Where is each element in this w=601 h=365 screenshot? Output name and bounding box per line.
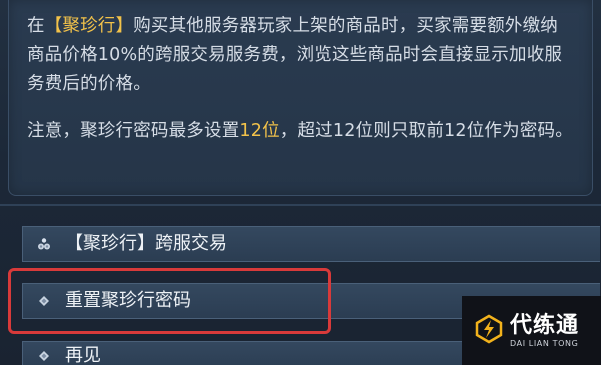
watermark-text: 代练通 DAI LIAN TONG [510, 313, 579, 349]
diamond-bullet-icon [37, 349, 51, 363]
lightning-logo-icon [474, 314, 504, 348]
option-cross-server-trade[interactable]: 【聚珍行】跨服交易 [22, 226, 600, 262]
watermark-name-cn: 代练通 [510, 312, 580, 338]
password-length-highlight: 12位 [239, 121, 280, 141]
option-label: 重置聚珍行密码 [65, 290, 191, 311]
shop-name-highlight: 【聚珍行】 [44, 16, 134, 36]
note-text-pre: 注意，聚珍行密码最多设置 [27, 121, 240, 141]
option-label: 【聚珍行】跨服交易 [65, 233, 227, 254]
diamond-bullet-icon [37, 294, 51, 308]
note-text-post: ，超过12位则只取前12位作为密码。 [279, 121, 573, 141]
option-label: 再见 [65, 345, 101, 365]
info-text-pre: 在 [27, 16, 45, 36]
dialog-text-panel: 在【聚珍行】购买其他服务器玩家上架的商品时，买家需要额外缴纳商品价格10%的跨服… [8, 0, 593, 196]
watermark-logo: 代练通 DAI LIAN TONG [462, 296, 601, 365]
panel-divider [0, 204, 601, 206]
dialog-text: 在【聚珍行】购买其他服务器玩家上架的商品时，买家需要额外缴纳商品价格10%的跨服… [27, 12, 575, 146]
watermark-name-en: DAI LIAN TONG [510, 338, 579, 348]
npc-dialog-screen: 在【聚珍行】购买其他服务器玩家上架的商品时，买家需要额外缴纳商品价格10%的跨服… [0, 0, 601, 365]
note-paragraph: 注意，聚珍行密码最多设置12位，超过12位则只取前12位作为密码。 [27, 117, 575, 146]
info-paragraph: 在【聚珍行】购买其他服务器玩家上架的商品时，买家需要额外缴纳商品价格10%的跨服… [27, 12, 575, 99]
coin-bag-icon [37, 237, 51, 251]
